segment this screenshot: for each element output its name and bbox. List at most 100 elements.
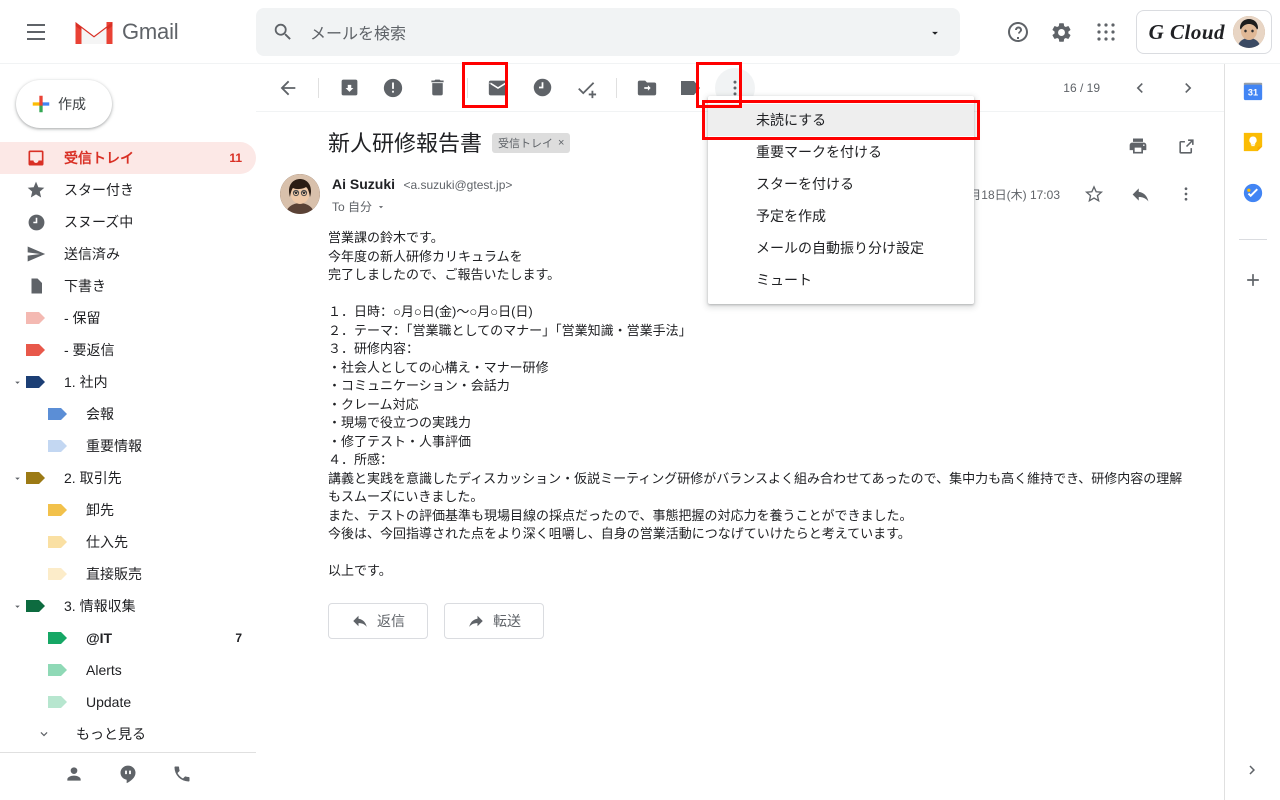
- label-icon: [48, 628, 68, 648]
- reply-arrow-icon[interactable]: [1120, 174, 1160, 214]
- plus-icon[interactable]: [1243, 270, 1263, 295]
- sidebar-item-group-internal[interactable]: 1. 社内: [0, 366, 256, 398]
- sidebar-item-sent[interactable]: 送信済み: [0, 238, 256, 270]
- contacts-icon[interactable]: [64, 764, 84, 789]
- menu-item-mark-unread[interactable]: 未読にする: [708, 104, 974, 136]
- label-icon: [26, 596, 46, 616]
- labels-tag-icon[interactable]: [671, 68, 711, 108]
- google-keep-icon[interactable]: [1242, 131, 1264, 158]
- account-chip[interactable]: G Cloud: [1135, 10, 1272, 54]
- message-actions: 5月18日(木) 17:03: [963, 174, 1208, 214]
- star-outline-icon[interactable]: [1074, 174, 1114, 214]
- app-header: Gmail メールを検索 G Cloud: [0, 0, 1280, 64]
- sidebar-item-group-research[interactable]: 3. 情報収集: [0, 590, 256, 622]
- hangouts-icon[interactable]: [118, 764, 138, 789]
- label-icon: [48, 660, 68, 680]
- sidebar-item-count: 11: [229, 151, 242, 165]
- sidebar-item-direct-sales[interactable]: 直接販売: [0, 558, 256, 590]
- hamburger-icon[interactable]: [12, 8, 60, 56]
- reply-button[interactable]: 返信: [328, 602, 428, 639]
- sidebar-item-label: 下書き: [64, 278, 106, 294]
- compose-button[interactable]: 作成: [16, 80, 112, 128]
- back-arrow-icon[interactable]: [268, 68, 308, 108]
- gmail-logo-icon: [74, 17, 114, 47]
- search-bar[interactable]: メールを検索: [256, 8, 960, 56]
- message-date: 5月18日(木) 17:03: [962, 187, 1060, 202]
- label-icon: [48, 532, 68, 552]
- sidebar-item-supplier[interactable]: 仕入先: [0, 526, 256, 558]
- sidebar-item-group-clients[interactable]: 2. 取引先: [0, 462, 256, 494]
- sender-name: Ai Suzuki: [332, 176, 396, 192]
- avatar[interactable]: [280, 174, 320, 214]
- sidebar-item-inbox[interactable]: 受信トレイ 11: [0, 142, 256, 174]
- google-tasks-icon[interactable]: [1242, 182, 1264, 209]
- gear-icon[interactable]: [1042, 12, 1082, 52]
- menu-item-add-star[interactable]: スターを付ける: [708, 168, 974, 200]
- sidebar-item-snoozed[interactable]: スヌーズ中: [0, 206, 256, 238]
- move-to-folder-icon[interactable]: [627, 68, 667, 108]
- gmail-brand[interactable]: Gmail: [74, 17, 254, 47]
- sidebar-item-alerts[interactable]: Alerts: [0, 654, 256, 686]
- help-icon[interactable]: [998, 12, 1038, 52]
- sidebar-item-update[interactable]: Update: [0, 686, 256, 718]
- sidebar-item-label: - 保留: [64, 310, 101, 326]
- chevron-down-icon: [34, 724, 54, 744]
- add-to-tasks-icon[interactable]: [566, 68, 606, 108]
- trash-icon[interactable]: [417, 68, 457, 108]
- more-vertical-icon[interactable]: [1166, 174, 1206, 214]
- sidebar-item-hold[interactable]: - 保留: [0, 302, 256, 334]
- more-options-menu: 未読にする 重要マークを付ける スターを付ける 予定を作成 メールの自動振り分け…: [708, 96, 974, 304]
- page-title: 新人研修報告書: [328, 131, 483, 156]
- caret-down-icon[interactable]: [8, 373, 26, 391]
- sidebar-item-label: 卸先: [86, 502, 114, 518]
- chevron-down-icon[interactable]: [928, 26, 942, 45]
- mark-unread-icon[interactable]: [478, 68, 518, 108]
- sidebar-item-label: Update: [86, 694, 132, 710]
- close-icon[interactable]: ×: [558, 137, 564, 149]
- menu-item-create-event[interactable]: 予定を作成: [708, 200, 974, 232]
- apps-grid-icon[interactable]: [1086, 12, 1126, 52]
- archive-icon[interactable]: [329, 68, 369, 108]
- sidebar-item-label: 2. 取引先: [64, 470, 122, 486]
- label-chip[interactable]: 受信トレイ ×: [492, 133, 571, 153]
- sidebar-item-more[interactable]: もっと見る: [0, 718, 256, 750]
- phone-icon[interactable]: [172, 764, 192, 789]
- rail-divider: [1238, 239, 1267, 240]
- menu-item-mark-important[interactable]: 重要マークを付ける: [708, 136, 974, 168]
- sidebar-item-label: 3. 情報収集: [64, 598, 136, 614]
- label-icon: [48, 436, 68, 456]
- chevron-right-icon[interactable]: [1168, 68, 1208, 108]
- snooze-clock-icon[interactable]: [522, 68, 562, 108]
- menu-item-mute[interactable]: ミュート: [708, 264, 974, 296]
- label-chip-text: 受信トレイ: [498, 138, 554, 150]
- sender-email: <a.suzuki@gtest.jp>: [403, 178, 513, 192]
- sidebar-item-atit[interactable]: @IT 7: [0, 622, 256, 654]
- sidebar-item-need-reply[interactable]: - 要返信: [0, 334, 256, 366]
- search-input[interactable]: メールを検索: [310, 20, 406, 44]
- avatar[interactable]: [1233, 16, 1265, 48]
- chevron-left-icon[interactable]: [1120, 68, 1160, 108]
- pagination: 16 / 19: [1063, 68, 1210, 108]
- menu-item-label: ミュート: [756, 272, 812, 288]
- star-icon: [26, 180, 46, 200]
- sidebar-item-label: スヌーズ中: [64, 214, 134, 230]
- sidebar-item-important-info[interactable]: 重要情報: [0, 430, 256, 462]
- google-calendar-icon[interactable]: 31: [1242, 80, 1264, 107]
- sidebar-item-newsletter[interactable]: 会報: [0, 398, 256, 430]
- expand-panel-button[interactable]: [1240, 758, 1264, 782]
- sidebar-item-wholesale[interactable]: 卸先: [0, 494, 256, 526]
- sidebar-item-label: - 要返信: [64, 342, 115, 358]
- sidebar-item-starred[interactable]: スター付き: [0, 174, 256, 206]
- label-icon: [26, 340, 46, 360]
- caret-down-icon[interactable]: [8, 597, 26, 615]
- compose-label: 作成: [58, 96, 86, 112]
- recipient-text: To 自分: [332, 200, 373, 214]
- report-spam-icon[interactable]: [373, 68, 413, 108]
- recipient-line[interactable]: To 自分: [332, 198, 512, 215]
- menu-item-filter-messages[interactable]: メールの自動振り分け設定: [708, 232, 974, 264]
- label-icon: [26, 468, 46, 488]
- forward-button[interactable]: 転送: [444, 602, 544, 639]
- toolbar-divider: [318, 77, 319, 98]
- sidebar-item-drafts[interactable]: 下書き: [0, 270, 256, 302]
- caret-down-icon[interactable]: [8, 469, 26, 487]
